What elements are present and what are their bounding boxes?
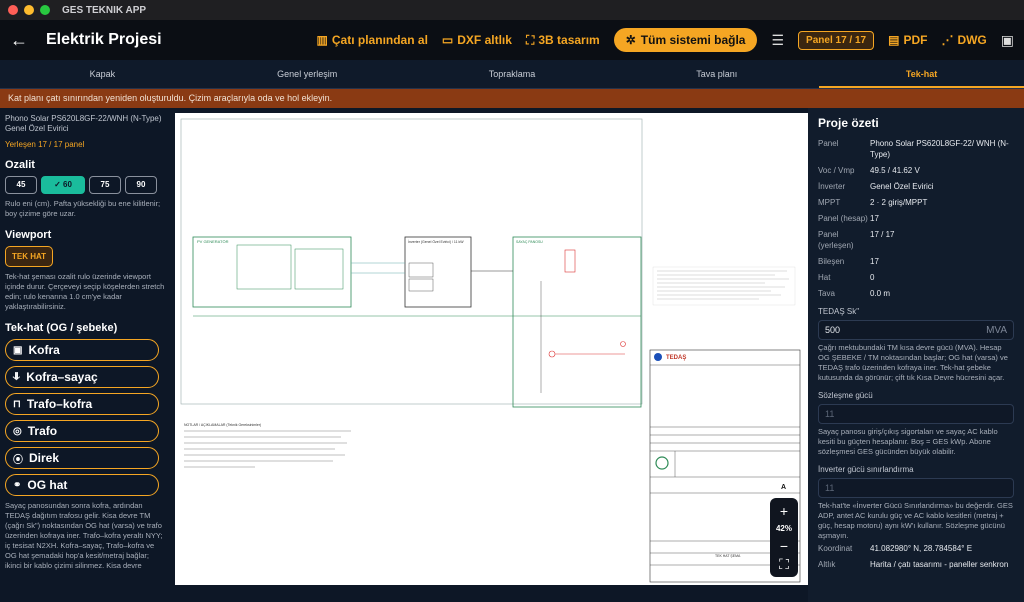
direk-button[interactable]: ⦿ Direk <box>5 447 159 469</box>
contract-power-input[interactable]: 11 <box>818 404 1014 424</box>
drawing-canvas[interactable]: PV GENERATÖR İnverter (Genel Özel Eviric… <box>172 108 808 602</box>
ozalit-options: 45 ✓ 60 75 90 <box>5 176 167 194</box>
tab-grounding[interactable]: Topraklama <box>410 60 615 88</box>
sheet-label: TEK HAT ŞEMA <box>715 554 741 558</box>
page-title: Elektrik Projesi <box>46 31 162 48</box>
trafo-kofra-button[interactable]: ⊓ Trafo–kofra <box>5 393 159 415</box>
sk-input[interactable]: 500 MVA <box>818 320 1014 340</box>
single-line-diagram: PV GENERATÖR İnverter (Genel Özel Eviric… <box>180 118 801 583</box>
pdf-button[interactable]: ▤ PDF <box>888 33 927 47</box>
pv-generator-label: PV GENERATÖR <box>197 239 229 244</box>
sk-unit: MVA <box>986 324 1007 336</box>
box-icon: ▣ <box>13 344 23 356</box>
tab-bar: Kapak Genel yerleşim Topraklama Tava pla… <box>0 60 1024 89</box>
summary-row: Voc / Vmp 49.5 / 41.62 V <box>818 166 920 175</box>
ozalit-45[interactable]: 45 <box>5 176 37 194</box>
fit-view-icon[interactable]: ⛶ <box>779 555 789 573</box>
document-icon: ▤ <box>888 33 900 47</box>
summary-row: Panel (hesap) 17 <box>818 214 879 223</box>
asterisk-icon: ✲ <box>625 33 636 47</box>
revision-letter: A <box>781 484 786 491</box>
viewport-heading: Viewport <box>5 229 52 241</box>
summary-row: Hat 0 <box>818 273 875 282</box>
coordinate-row: Koordinat 41.082980° N, 28.784584° E <box>818 544 973 553</box>
map-icon: ▥ <box>316 33 328 47</box>
placed-count: Yerleşen 17 / 17 panel <box>5 140 85 149</box>
zoom-out-button[interactable]: − <box>780 537 788 555</box>
panel-model: Phono Solar PS620L8GF-22/WNH (N-Type) <box>5 114 162 123</box>
connect-all-button[interactable]: ✲ Tüm sistemi bağla <box>613 28 758 52</box>
og-hat-button[interactable]: ⚭ OG hat <box>5 474 159 496</box>
notice-banner: Kat planı çatı sınırından yeniden oluştu… <box>0 89 1024 108</box>
summary-row: Bileşen 17 <box>818 257 879 266</box>
app-title: GES TEKNIK APP <box>62 4 147 16</box>
summary-panel: Proje özeti Panel Phono Solar PS620L8GF-2… <box>808 108 1024 602</box>
inverter-box-label: İnverter (Genel Özel Evirici) / 11 kW <box>408 239 464 244</box>
tek-hat-viewport-button[interactable]: TEK HAT <box>5 246 54 267</box>
left-panel: Phono Solar PS620L8GF-22/WNH (N-Type) Ge… <box>0 108 172 602</box>
kofra-button[interactable]: ▣ Kofra <box>5 339 159 361</box>
drawing-sheet[interactable]: PV GENERATÖR İnverter (Genel Özel Eviric… <box>175 113 808 585</box>
network-icon: ⚭ <box>13 479 22 491</box>
kofra-sayac-button[interactable]: ⥥ Kofra–sayaç <box>5 366 159 388</box>
trafo-button[interactable]: ◎ Trafo <box>5 420 159 442</box>
toolbar: ← Elektrik Projesi ▥ Çatı planından al ▭ D… <box>0 20 1024 60</box>
cylinder-icon: ⊓ <box>13 398 21 410</box>
sk-help: Çağrı mektubundaki TM kısa devre gücü (M… <box>818 343 1008 382</box>
dxf-button[interactable]: ▭ DXF altlık <box>442 33 512 47</box>
design-3d-button[interactable]: ⛶ 3B tasarım <box>526 33 600 48</box>
summary-row: MPPT 2 · 2 giriş/MPPT <box>818 198 928 207</box>
zoom-controls: + 42% − ⛶ <box>770 498 798 577</box>
limit-help: Tek-hat'te «İnverter Gücü Sınırlandırma»… <box>818 501 1013 540</box>
tab-cover[interactable]: Kapak <box>0 60 205 88</box>
summary-row: Panel Phono Solar PS620L8GF-22/ WNH (N-Ty… <box>818 139 1009 159</box>
ozalit-heading: Ozalit <box>5 159 35 171</box>
zoom-level: 42% <box>775 524 792 533</box>
tab-tray-plan[interactable]: Tava planı <box>614 60 819 88</box>
ozalit-60[interactable]: ✓ 60 <box>41 176 85 194</box>
tab-single-line[interactable]: Tek-hat <box>819 60 1024 88</box>
back-arrow-icon[interactable]: ← <box>10 30 36 51</box>
summary-title: Proje özeti <box>818 116 879 130</box>
og-heading: Tek-hat (OG / şebeke) <box>5 322 118 334</box>
ozalit-75[interactable]: 75 <box>89 176 121 194</box>
sk-label: TEDAŞ Sk" <box>818 307 860 316</box>
viewport-help: Tek-hat şeması ozalit rulo üzerinde view… <box>5 272 165 311</box>
dwg-button[interactable]: ⋰ DWG <box>941 33 986 47</box>
transformer-icon: ◎ <box>13 425 22 437</box>
close-window-icon[interactable] <box>8 5 18 15</box>
meter-panel-label: SAYAÇ PANOSU <box>516 240 543 244</box>
og-help: Sayaç panosundan sonra kofra, ardından T… <box>5 501 163 570</box>
minimize-window-icon[interactable] <box>24 5 34 15</box>
share-icon: ⋰ <box>941 33 954 47</box>
summary-row: İnverter Genel Özel Evirici <box>818 182 934 191</box>
window-titlebar: GES TEKNIK APP <box>0 0 1024 20</box>
tab-general-layout[interactable]: Genel yerleşim <box>205 60 410 88</box>
contract-help: Sayaç panosu giriş/çıkış sigortaları ve … <box>818 427 998 456</box>
ladder-icon[interactable]: ☰ <box>771 32 784 49</box>
summary-row: Panel (yerleşen) 17 / 17 <box>818 230 895 250</box>
inverter-limit-input[interactable]: 11 <box>818 478 1014 498</box>
ozalit-help: Rulo eni (cm). Pafta yüksekliği bu ene k… <box>5 199 161 218</box>
link-icon: ⥥ <box>13 371 21 383</box>
notes-title: NOTLAR / AÇIKLAMALAR (Teknik Gereksiniml… <box>184 423 261 427</box>
folder-icon: ▭ <box>441 33 454 47</box>
summary-row: Tava 0.0 m <box>818 289 891 298</box>
save-icon[interactable]: ▣ <box>1001 32 1014 49</box>
inverter-name: Genel Özel Evirici <box>5 124 69 133</box>
ozalit-90[interactable]: 90 <box>125 176 157 194</box>
roof-plan-button[interactable]: ▥ Çatı planından al <box>317 33 428 47</box>
maximize-window-icon[interactable] <box>40 5 50 15</box>
limit-label: İnverter gücü sınırlandırma <box>818 465 914 474</box>
check-icon: ✓ <box>54 180 64 189</box>
panel-count-badge[interactable]: Panel 17 / 17 <box>798 30 875 50</box>
antenna-icon: ⦿ <box>13 454 23 466</box>
cube-scan-icon: ⛶ <box>525 32 535 47</box>
source-row: Altlık Harita / çatı tasarımı - paneller … <box>818 560 1009 569</box>
tedas-logo-text: TEDAŞ <box>666 355 686 361</box>
contract-label: Sözleşme gücü <box>818 391 873 400</box>
zoom-in-button[interactable]: + <box>780 502 788 520</box>
